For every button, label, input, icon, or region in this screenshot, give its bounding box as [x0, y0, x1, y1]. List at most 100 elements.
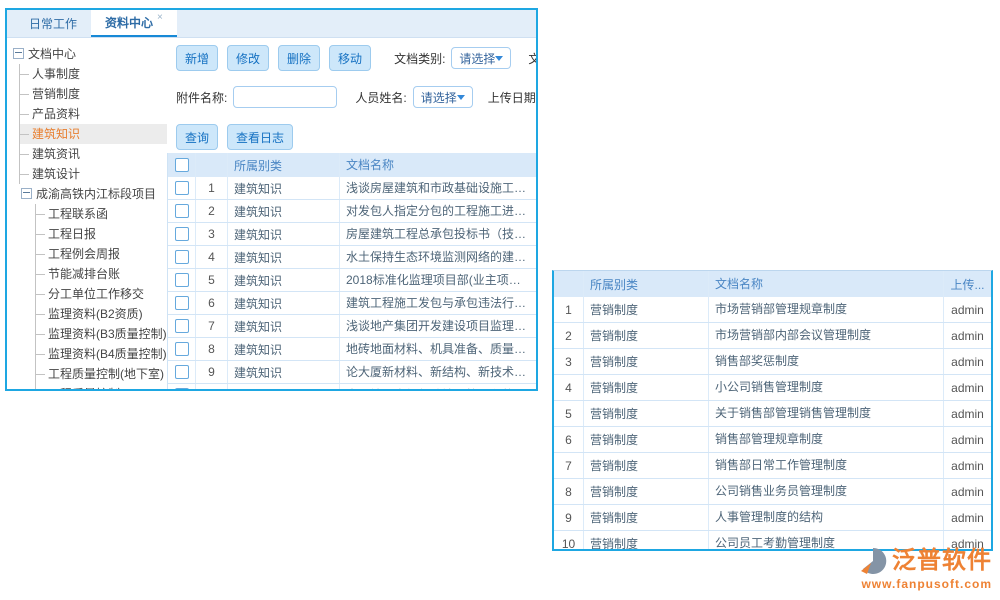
tree-item-label: 产品资料 [32, 107, 80, 121]
name-column-header: 文档名称 [340, 153, 536, 177]
table-row[interactable]: 10 建筑知识 大厦地下室加气砼墙砌筑工程的施工方... [168, 384, 536, 391]
table-row[interactable]: 3 营销制度 销售部奖惩制度 admin [554, 349, 991, 375]
attachment-name-input[interactable] [233, 86, 337, 108]
row-checkbox[interactable] [175, 204, 189, 218]
table-row[interactable]: 4 营销制度 小公司销售管理制度 admin [554, 375, 991, 401]
person-name-label: 人员姓名: [355, 89, 406, 106]
doc-category-select[interactable]: 请选择 [451, 47, 511, 69]
row-checkbox[interactable] [175, 250, 189, 264]
person-name-select[interactable]: 请选择 [413, 86, 473, 108]
row-checkbox[interactable] [175, 181, 189, 195]
row-checkbox[interactable] [175, 227, 189, 241]
table-row[interactable]: 3 建筑知识 房屋建筑工程总承包投标书（技术标）... [168, 223, 536, 246]
tree-item-label: 监理资料(B4质量控制) [48, 347, 167, 361]
row-check-cell [168, 177, 196, 199]
row-category: 营销制度 [584, 453, 709, 478]
tree-item[interactable]: 人事制度 [20, 64, 167, 84]
table-row[interactable]: 7 建筑知识 浅谈地产集团开发建设项目监理规划编... [168, 315, 536, 338]
collapse-icon[interactable] [21, 188, 32, 199]
toolbar: 新增修改删除移动 文档类别: 请选择 文档名称: [176, 45, 536, 71]
row-check-cell [168, 315, 196, 337]
view-log-button[interactable]: 查看日志 [227, 124, 293, 150]
toolbar-buttons: 新增修改 删除 移动 [176, 45, 380, 71]
tab-bar: 日常工作 资料中心 × [7, 10, 536, 38]
row-uploader: admin [943, 323, 991, 348]
row-checkbox[interactable] [175, 388, 189, 391]
toolbar-button[interactable]: 删除 [278, 45, 320, 71]
row-checkbox[interactable] [175, 273, 189, 287]
tree-item-label: 建筑资讯 [32, 147, 80, 161]
row-index: 8 [554, 479, 584, 504]
row-doc-name: 浅谈地产集团开发建设项目监理规划编... [340, 315, 536, 337]
tree-item[interactable]: 监理资料(B2资质) [36, 304, 167, 324]
toolbar-button-label: 删除 [287, 50, 311, 67]
toolbar-button[interactable]: 移动 [329, 45, 371, 71]
tab-data-center[interactable]: 资料中心 × [91, 10, 177, 37]
tree-item[interactable]: 监理资料(B4质量控制) [36, 344, 167, 364]
tree-item[interactable]: 节能减排台账 [36, 264, 167, 284]
tab-close-icon[interactable]: × [157, 12, 163, 23]
tree-root-document-center[interactable]: 文档中心 [7, 44, 167, 64]
tree-item[interactable]: 工程联系函 [36, 204, 167, 224]
row-index: 9 [196, 361, 228, 383]
row-doc-name: 2018标准化监理项目部(业主项目部)人员... [340, 269, 536, 291]
row-doc-name: 论大厦新材料、新结构、新技术，新工... [340, 361, 536, 383]
tree-root-project[interactable]: 成渝高铁内江标段项目 [21, 184, 167, 204]
table-row[interactable]: 1 建筑知识 浅谈房屋建筑和市政基础设施工程施工... [168, 177, 536, 200]
select-all-checkbox[interactable] [175, 158, 189, 172]
row-check-cell [168, 223, 196, 245]
row-checkbox[interactable] [175, 342, 189, 356]
row-doc-name: 人事管理制度的结构 [709, 505, 943, 530]
tree-item[interactable]: 营销制度 [20, 84, 167, 104]
chevron-down-icon [495, 56, 503, 61]
tree-item[interactable]: 工程质量控制(地下室) [36, 364, 167, 384]
toolbar-button[interactable]: 修改 [227, 45, 269, 71]
table-row[interactable]: 5 建筑知识 2018标准化监理项目部(业主项目部)人员... [168, 269, 536, 292]
tree-item[interactable]: 建筑资讯 [20, 144, 167, 164]
row-index: 6 [554, 427, 584, 452]
table-row[interactable]: 6 建筑知识 建筑工程施工发包与承包违法行为认定... [168, 292, 536, 315]
table-row[interactable]: 1 营销制度 市场营销部管理规章制度 admin [554, 297, 991, 323]
window-body: 文档中心 人事制度营销制度产品资料建筑知识建筑资讯建筑设计 成渝高铁内江标段项目… [7, 38, 536, 391]
tab-daily-work[interactable]: 日常工作 [15, 10, 91, 37]
tree-item[interactable]: 监理资料(B3质量控制) [36, 324, 167, 344]
doc-name-label: 文档名称: [528, 50, 536, 67]
filter-row: 附件名称: 人员姓名: 请选择 上传日期: [176, 84, 536, 110]
row-category: 建筑知识 [228, 338, 340, 360]
row-doc-name: 对发包人指定分包的工程施工进度安排... [340, 200, 536, 222]
tree-item[interactable]: 分工单位工作移交 [36, 284, 167, 304]
table-row[interactable]: 7 营销制度 销售部日常工作管理制度 admin [554, 453, 991, 479]
index-column-header [196, 153, 228, 177]
table-row[interactable]: 9 建筑知识 论大厦新材料、新结构、新技术，新工... [168, 361, 536, 384]
tree-item[interactable]: 工程例会周报 [36, 244, 167, 264]
table-row[interactable]: 2 营销制度 市场营销部内部会议管理制度 admin [554, 323, 991, 349]
table-row[interactable]: 4 建筑知识 水土保持生态环境监测网络的建设与资... [168, 246, 536, 269]
row-checkbox[interactable] [175, 319, 189, 333]
category-tree: 文档中心 人事制度营销制度产品资料建筑知识建筑资讯建筑设计 成渝高铁内江标段项目… [7, 38, 167, 391]
table-row[interactable]: 9 营销制度 人事管理制度的结构 admin [554, 505, 991, 531]
tree-item[interactable]: 工程质量控制 [36, 384, 167, 391]
row-category: 建筑知识 [228, 292, 340, 314]
table-row[interactable]: 2 建筑知识 对发包人指定分包的工程施工进度安排... [168, 200, 536, 223]
tree-item[interactable]: 工程日报 [36, 224, 167, 244]
row-checkbox[interactable] [175, 296, 189, 310]
tree-item-label: 建筑设计 [32, 167, 80, 181]
query-button[interactable]: 查询 [176, 124, 218, 150]
table-row[interactable]: 6 营销制度 销售部管理规章制度 admin [554, 427, 991, 453]
toolbar-button[interactable]: 新增 [176, 45, 218, 71]
row-category: 营销制度 [584, 375, 709, 400]
table-row[interactable]: 8 营销制度 公司销售业务员管理制度 admin [554, 479, 991, 505]
tree-item[interactable]: 建筑设计 [20, 164, 167, 184]
table-row[interactable]: 5 营销制度 关于销售部管理销售管理制度 admin [554, 401, 991, 427]
row-index: 9 [554, 505, 584, 530]
collapse-icon[interactable] [13, 48, 24, 59]
tree-item[interactable]: 产品资料 [20, 104, 167, 124]
row-checkbox[interactable] [175, 365, 189, 379]
row-index: 2 [554, 323, 584, 348]
tree-item[interactable]: 建筑知识 [20, 124, 167, 144]
vendor-name: 泛普软件 [892, 548, 992, 574]
tree-item-label: 人事制度 [32, 67, 80, 81]
row-doc-name: 大厦地下室加气砼墙砌筑工程的施工方... [340, 384, 536, 391]
table-row[interactable]: 8 建筑知识 地砖地面材料、机具准备、质量要求及... [168, 338, 536, 361]
row-index: 6 [196, 292, 228, 314]
